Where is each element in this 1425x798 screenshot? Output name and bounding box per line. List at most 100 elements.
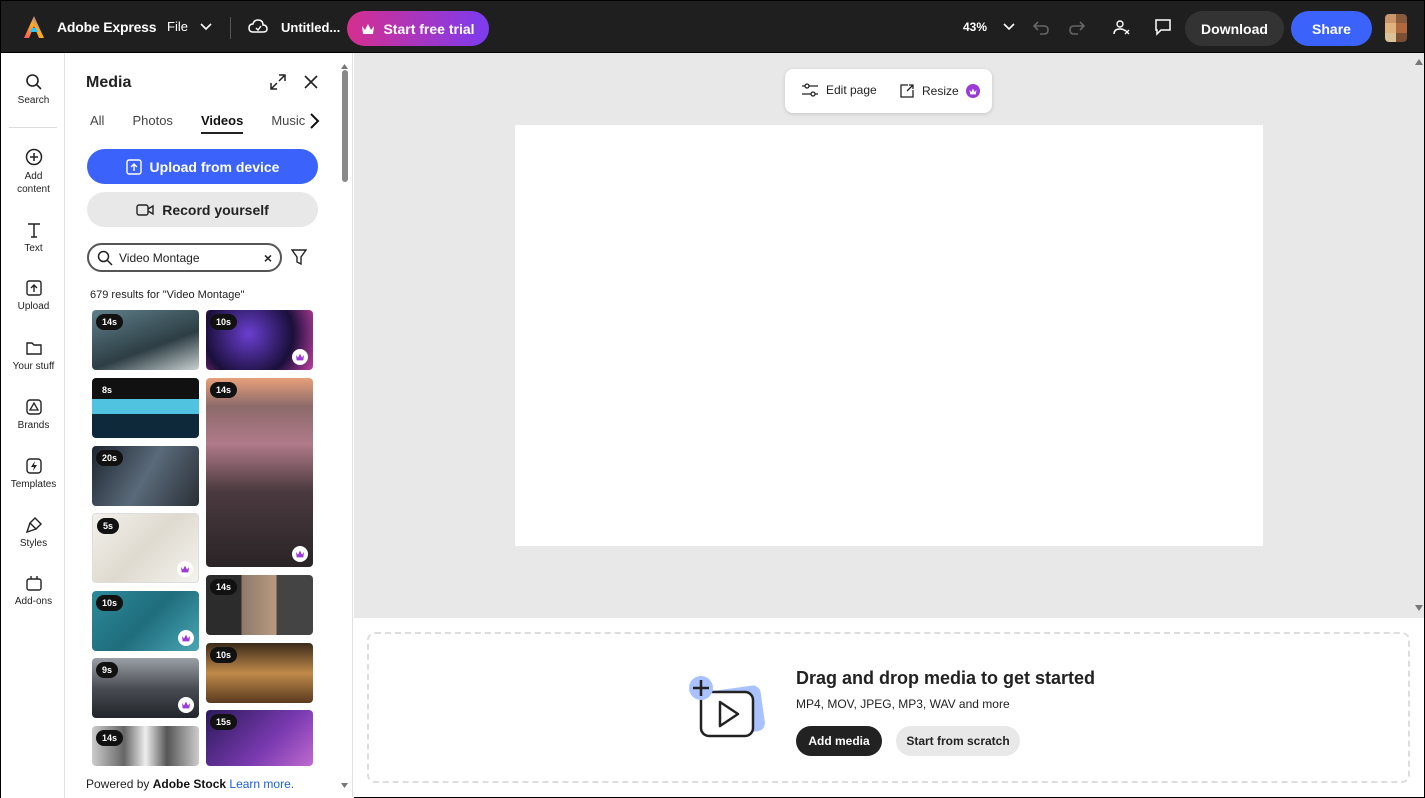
start-from-scratch-button[interactable]: Start from scratch [896,726,1020,756]
scroll-up-icon[interactable] [341,64,348,69]
undo-icon[interactable] [1032,18,1050,36]
video-thumbnail[interactable]: 9s [92,658,199,718]
video-thumbnail[interactable]: 15s [206,710,313,766]
crown-icon [296,353,304,361]
video-thumbnail[interactable]: 14s [92,726,199,766]
file-menu[interactable]: File [167,19,212,34]
rail-item-label: Templates [10,479,57,490]
premium-badge [178,697,194,713]
results-count: 679 results for "Video Montage" [90,289,245,301]
brush-icon [25,517,42,534]
duration-badge: 9s [96,662,119,678]
rail-item-text[interactable]: Text [1,221,66,254]
redo-icon[interactable] [1068,18,1086,36]
dropzone-title: Drag and drop media to get started [796,668,1096,688]
duration-badge: 10s [210,647,238,663]
rail-item-label: Add content [17,171,50,195]
rail-item-templates[interactable]: Templates [1,457,66,490]
video-thumbnail[interactable]: 14s [206,378,313,567]
left-rail: Search Add content Text Upload Your stuf… [0,53,65,798]
rail-item-label: Add-ons [14,596,53,607]
clear-search-icon[interactable]: × [264,250,272,266]
zoom-control[interactable]: 43% [963,20,1015,34]
resize-button[interactable]: Resize [899,83,980,99]
video-thumbnail[interactable]: 10s [92,591,199,651]
learn-more-link[interactable]: Learn more. [229,777,294,791]
expand-icon[interactable] [269,73,287,91]
duration-badge: 8s [96,382,119,398]
chevron-right-icon[interactable] [308,112,320,130]
video-thumbnail[interactable]: 14s [92,310,199,370]
duration-badge: 14s [96,730,124,746]
tab-photos[interactable]: Photos [132,113,172,134]
add-media-button[interactable]: Add media [796,726,882,756]
duration-badge: 14s [96,314,124,330]
rail-item-add-content[interactable]: Add content [1,148,66,196]
canvas-area: Edit page Resize [354,53,1425,618]
rail-item-brands[interactable]: Brands [1,398,66,431]
edit-page-button[interactable]: Edit page [801,83,877,97]
media-search-box: × [87,243,282,272]
chevron-down-icon [1003,23,1015,31]
panel-title: Media [86,74,132,91]
record-yourself-button[interactable]: Record yourself [87,192,318,227]
scroll-down-icon[interactable] [341,783,348,788]
media-dropzone[interactable]: Drag and drop media to get started MP4, … [367,632,1410,783]
tab-music[interactable]: Music [271,113,305,134]
rail-item-label: Your stuff [12,361,55,372]
brand[interactable]: Adobe Express [23,15,157,39]
tab-all[interactable]: All [90,113,104,134]
share-button[interactable]: Share [1291,11,1372,46]
rail-item-add-ons[interactable]: Add-ons [1,574,66,607]
canvas-scrollbar[interactable] [1414,53,1424,618]
panel-scrollbar[interactable] [341,64,348,788]
scroll-down-icon[interactable] [1415,605,1423,611]
upload-icon [125,158,142,175]
scroll-up-icon[interactable] [1415,59,1423,65]
rail-item-search[interactable]: Search [1,73,66,106]
media-search-input[interactable] [119,250,259,265]
close-icon[interactable] [303,74,319,90]
filter-icon[interactable] [291,249,307,266]
video-thumbnail[interactable]: 14s [206,575,313,635]
upload-icon [25,280,42,296]
resize-icon [900,84,914,98]
start-free-trial-button[interactable]: Start free trial [347,11,489,46]
rail-item-upload[interactable]: Upload [1,279,66,312]
rail-item-label: Brands [17,420,50,431]
premium-badge [177,561,193,577]
premium-badge [965,84,980,98]
video-thumbnail[interactable]: 10s [206,310,313,370]
crown-icon [296,550,304,558]
cloud-sync-icon[interactable] [248,18,268,36]
sliders-icon [802,83,818,97]
templates-icon [25,458,42,474]
scroll-thumb[interactable] [342,70,348,182]
duration-badge: 14s [210,382,238,398]
rail-item-styles[interactable]: Styles [1,516,66,549]
rail-item-your-stuff[interactable]: Your stuff [1,339,66,372]
tab-videos[interactable]: Videos [200,113,244,134]
premium-badge [292,546,308,562]
invite-user-icon[interactable] [1112,18,1130,36]
add-video-illustration-icon [689,676,765,738]
rail-item-label: Search [17,95,50,106]
upload-from-device-button[interactable]: Upload from device [87,149,318,184]
plus-circle-icon [25,148,42,166]
crown-icon [362,23,375,34]
start-free-trial-label: Start free trial [383,20,475,37]
powered-prefix: Powered by [86,777,150,791]
dropzone-subtitle: MP4, MOV, JPEG, MP3, WAV and more [796,697,1010,711]
resize-label: Resize [922,84,959,98]
document-title[interactable]: Untitled... [281,20,340,35]
video-thumbnail[interactable]: 8s [92,378,199,438]
premium-badge [292,349,308,365]
avatar[interactable] [1385,14,1407,42]
duration-badge: 5s [97,518,120,534]
comment-icon[interactable] [1154,18,1172,36]
video-thumbnail[interactable]: 10s [206,643,313,703]
video-thumbnail[interactable]: 5s [92,513,199,583]
video-thumbnail[interactable]: 20s [92,446,199,506]
canvas-page[interactable] [515,125,1263,546]
download-button[interactable]: Download [1185,11,1284,46]
